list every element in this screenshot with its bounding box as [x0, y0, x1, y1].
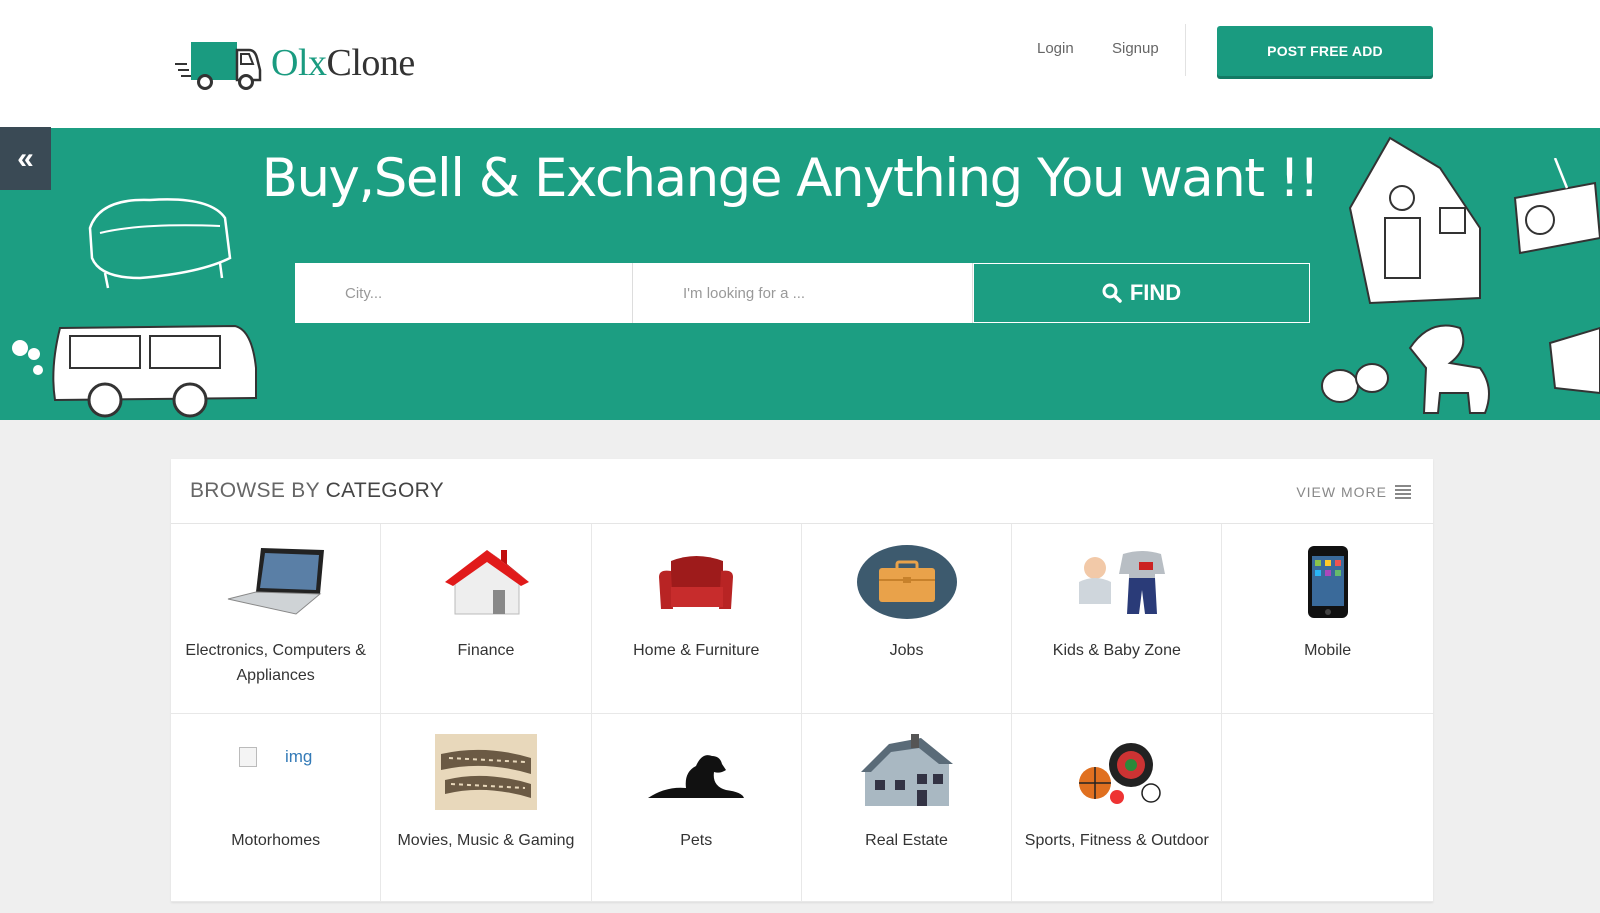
category-sports-fitness-outdoor[interactable]: Sports, Fitness & Outdoor [1012, 714, 1223, 902]
van-doodle-icon [12, 324, 257, 418]
view-more-link[interactable]: VIEW MORE [1296, 484, 1411, 500]
list-icon [1395, 485, 1411, 499]
double-chevron-left-icon: « [17, 141, 34, 175]
category-panel-title: BROWSE BY CATEGORY [190, 479, 444, 503]
category-empty-slot [1222, 714, 1433, 902]
category-home-furniture[interactable]: Home & Furniture [591, 524, 802, 714]
title-light: BROWSE BY [190, 479, 326, 502]
signup-link[interactable]: Signup [1112, 40, 1159, 57]
hero-banner: Buy,Sell & Exchange Anything You want !!… [0, 128, 1600, 420]
category-electronics[interactable]: Electronics, Computers & Appliances [171, 524, 382, 714]
baby-clothes-icon [1078, 551, 1165, 614]
broken-image-placeholder [238, 747, 257, 767]
category-label: Movies, Music & Gaming [397, 832, 575, 849]
category-finance[interactable]: Finance [381, 524, 592, 714]
briefcase-icon [856, 545, 957, 619]
category-label: Home & Furniture [633, 642, 760, 659]
armchair-icon [659, 556, 734, 609]
category-movies-music-gaming[interactable]: Movies, Music & Gaming [381, 714, 592, 902]
logo-text-olx: Olx [271, 42, 327, 84]
view-more-label: VIEW MORE [1296, 484, 1387, 500]
category-label: Pets [680, 832, 713, 849]
dog-icon [648, 755, 745, 798]
sports-balls-icon [1078, 743, 1161, 804]
category-label: Electronics, Computers & Appliances [185, 642, 366, 684]
find-button-label: FIND [1129, 280, 1182, 305]
dog-doodle-icon [1321, 324, 1490, 414]
category-real-estate[interactable]: Real Estate [801, 714, 1013, 902]
category-panel: BROWSE BY CATEGORY VIEW MORE Electronics… [171, 459, 1433, 902]
category-label: Kids & Baby Zone [1052, 642, 1181, 659]
search-bar: FIND [295, 263, 1310, 323]
film-reel-icon [434, 734, 537, 810]
house-icon [444, 550, 529, 615]
find-button[interactable]: FIND [973, 263, 1310, 323]
category-label: Mobile [1304, 642, 1352, 659]
category-kids-baby[interactable]: Kids & Baby Zone [1012, 524, 1223, 714]
category-label: Finance [457, 642, 515, 659]
title-bold: CATEGORY [325, 479, 444, 502]
category-mobile[interactable]: Mobile [1222, 524, 1433, 714]
broken-image-alt: img [284, 747, 313, 766]
category-panel-header: BROWSE BY CATEGORY VIEW MORE [171, 459, 1433, 524]
login-link[interactable]: Login [1037, 40, 1074, 57]
phone-icon [1307, 546, 1348, 618]
sidebar-toggle-button[interactable]: « [0, 127, 51, 190]
broken-image-icon: img [238, 747, 313, 767]
category-grid: Electronics, Computers & Appliances Fina… [171, 524, 1433, 902]
category-motorhomes[interactable]: img Motorhomes [171, 714, 382, 902]
search-icon [1102, 283, 1122, 303]
logo-text: OlxClone [271, 41, 415, 85]
category-label: Real Estate [865, 832, 948, 849]
category-label: Sports, Fitness & Outdoor [1024, 832, 1209, 849]
truck-logo-icon [175, 42, 262, 90]
building-icon [860, 734, 953, 806]
tv-doodle-icon [1548, 326, 1600, 395]
nav-divider [1185, 24, 1186, 76]
logo[interactable]: OlxClone [175, 36, 415, 90]
laptop-icon [227, 548, 324, 615]
category-pets[interactable]: Pets [591, 714, 802, 902]
banner-headline: Buy,Sell & Exchange Anything You want !! [261, 148, 1320, 209]
category-jobs[interactable]: Jobs [801, 524, 1013, 714]
logo-text-clone: Clone [326, 42, 416, 84]
search-query-input[interactable] [633, 263, 973, 323]
category-label: Motorhomes [231, 832, 321, 849]
category-label: Jobs [889, 642, 924, 659]
city-input[interactable] [295, 263, 633, 323]
site-header: OlxClone Login Signup POST FREE ADD [0, 0, 1600, 128]
post-free-add-button[interactable]: POST FREE ADD [1217, 26, 1433, 76]
